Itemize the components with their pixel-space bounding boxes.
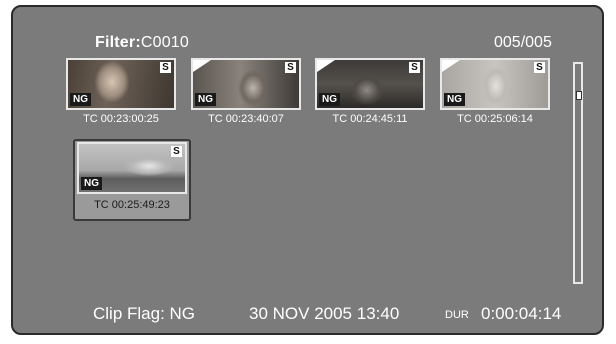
corner-mark-icon: [193, 60, 211, 72]
clip-thumbnail-2[interactable]: S NG: [191, 58, 301, 110]
clip-thumbnail-3[interactable]: S NG: [315, 58, 425, 110]
clip-timecode-1: TC 00:23:00:25: [83, 113, 159, 125]
clip-timecode-4: TC 00:25:06:14: [457, 113, 533, 125]
s-mark-badge: S: [534, 62, 545, 73]
vertical-scrollbar[interactable]: [573, 62, 583, 284]
s-mark-badge: S: [409, 62, 420, 73]
scrollbar-thumb[interactable]: [576, 91, 582, 100]
recording-datetime: 30 NOV 2005 13:40: [249, 304, 400, 323]
s-mark-badge: S: [285, 62, 296, 73]
clip-thumbnail-5[interactable]: S NG: [77, 142, 187, 194]
duration-label: DUR: [445, 309, 469, 321]
clip-flag-status: Clip Flag: NG: [93, 304, 196, 323]
clip-timecode-5: TC 00:25:49:23: [94, 199, 170, 211]
clip-thumbnail-4[interactable]: S NG: [440, 58, 550, 110]
filter-value: C0010: [140, 34, 190, 51]
corner-mark-icon: [442, 60, 460, 72]
ng-flag-badge: NG: [319, 93, 340, 106]
clip-thumbnail-1[interactable]: S NG: [66, 58, 176, 110]
ng-flag-badge: NG: [70, 93, 91, 106]
page-counter: 005/005: [494, 34, 552, 51]
clip-timecode-2: TC 00:23:40:07: [208, 113, 284, 125]
duration-value: 0:00:04:14: [481, 304, 562, 323]
s-mark-badge: S: [171, 146, 182, 157]
ng-flag-badge: NG: [444, 93, 465, 106]
ng-flag-badge: NG: [81, 177, 102, 190]
ng-flag-badge: NG: [195, 93, 216, 106]
s-mark-badge: S: [160, 62, 171, 73]
viewfinder-screen: Filter:C0010 005/005 S NG TC 00:23:00:25…: [11, 5, 604, 335]
corner-mark-icon: [317, 60, 335, 72]
clip-timecode-3: TC 00:24:45:11: [332, 113, 408, 125]
filter-label: Filter:: [95, 34, 141, 51]
filter-indicator: Filter:C0010: [95, 34, 189, 52]
